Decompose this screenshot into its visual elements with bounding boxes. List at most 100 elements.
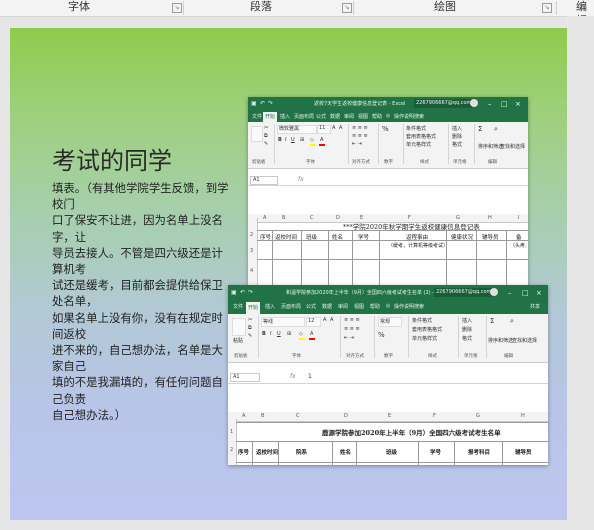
ribbon-separator: [378, 124, 379, 164]
minimize-icon: –: [508, 289, 512, 297]
row-headers: 1 2: [228, 419, 237, 465]
search-icon: ⌕: [510, 317, 514, 325]
header-cell: 姓名: [332, 235, 344, 241]
header-cell: 姓名: [340, 450, 352, 456]
header-cell: 学号: [358, 235, 370, 241]
share-button: 共享: [530, 304, 541, 310]
body-line: 如果名单上没有你，没有在规定时间返校: [52, 310, 223, 341]
excel-screenshot-health-form[interactable]: ▣ ↶ ↷ 返校7天学生返校健康信息登记表 - Excel 2267906667…: [248, 97, 528, 287]
group-styles: 样式: [428, 354, 437, 359]
ribbon-separator: [474, 124, 475, 164]
tab-file: 文件: [252, 114, 263, 120]
tab-view: 视图: [354, 304, 365, 310]
formula-bar: A1 fx: [248, 175, 528, 186]
tab-file: 文件: [233, 304, 244, 310]
body-line: 试还是缓考，目前都会提供给保卫处名单，: [52, 278, 223, 309]
format-cells: 格式: [452, 142, 463, 148]
group-number: 数字: [384, 354, 393, 359]
tab-insert: 插入: [280, 114, 291, 120]
column-headers: A B C D E F G H: [228, 412, 548, 422]
ribbon-separator: [258, 316, 259, 358]
header-cell: 辅导员: [515, 450, 532, 456]
shrink-font-icon: A: [330, 317, 334, 323]
col-b: B: [282, 215, 286, 221]
grid-line: [278, 441, 279, 465]
number-format: 常规: [380, 319, 391, 325]
header-cell: 辅导员: [482, 235, 499, 241]
format-cells: 格式: [462, 336, 473, 342]
grid-line: [236, 422, 548, 423]
body-line: 导员去接人。不管是四六级还是计算机考: [52, 245, 223, 277]
formula-expanded-area: [228, 384, 548, 412]
header-cell: 返校时间: [275, 235, 298, 241]
fill-color-icon: ◇: [310, 137, 314, 143]
grow-font-icon: A: [323, 317, 327, 323]
align-center-icon: ≡ ≡ ≡: [352, 133, 368, 139]
slide-title[interactable]: 考试的同学: [52, 141, 172, 176]
tab-insert: 插入: [265, 304, 276, 310]
redo-icon: ↷: [268, 100, 274, 107]
grid-line: [252, 441, 253, 465]
format-painter-icon: ✎: [264, 141, 269, 147]
grid-line: [257, 259, 528, 260]
header-cell: 返程事由: [406, 235, 429, 241]
fill-color-swatch: [310, 144, 316, 146]
undo-icon: ↶: [260, 100, 266, 107]
excel-title-bar: ▣ ↶ ↷ 返校7天学生返校健康信息登记表 - Excel 2267906667…: [248, 97, 528, 111]
group-clipboard: 剪贴板: [252, 160, 266, 165]
fill-color-icon: ◇: [299, 331, 303, 337]
header-cell: 序号: [238, 450, 250, 456]
cell-styles: 单元格样式: [412, 336, 438, 342]
excel-screenshot-cet-list[interactable]: ▣ ↶ ↷ 和温学院参加2020年上半年（9月）全国四六级考试考生名单 (2) …: [228, 285, 548, 465]
font-color-swatch: [309, 338, 315, 340]
header-cell: 健康状况: [451, 235, 474, 241]
ribbon-separator: [374, 316, 375, 358]
ribbon-group-drawing-label: 绘图: [434, 0, 456, 13]
paste-icon: [251, 126, 263, 142]
undo-icon: ↶: [240, 289, 246, 296]
row-num: 1: [230, 429, 234, 435]
grid-line: [476, 230, 477, 287]
border-icon: ⊞: [287, 331, 292, 337]
ribbon-separator: [556, 1, 557, 15]
delete-cells: 删除: [452, 134, 463, 140]
copy-icon: ⧉: [264, 133, 268, 139]
maximize-icon: □: [501, 100, 508, 108]
excel-title-bar: ▣ ↶ ↷ 和温学院参加2020年上半年（9月）全国四六级考试考生名单 (2) …: [228, 285, 548, 301]
sort-filter: 排序和筛选: [488, 338, 514, 344]
header-cell: 院系: [296, 450, 308, 456]
ribbon-separator: [448, 124, 449, 164]
col-h: H: [488, 215, 492, 221]
ribbon-group-editing-label: 编辑: [576, 0, 587, 27]
fx-icon: fx: [290, 373, 296, 380]
grid-line: [418, 441, 419, 465]
name-box: A1: [250, 176, 278, 185]
header-cell: 学号: [430, 450, 442, 456]
ribbon-separator: [403, 124, 404, 164]
font-dialog-launcher-icon[interactable]: ↘: [172, 3, 182, 13]
row-headers: 2 3 4: [248, 218, 258, 287]
bold-icon: B: [262, 331, 266, 337]
ppt-ribbon-group-labels: 字体 ↘ 段落 ↘ 绘图 ↘ 编辑: [0, 0, 594, 27]
window-title: 返校7天学生返校健康信息登记表 - Excel: [314, 101, 406, 107]
drawing-dialog-launcher-icon[interactable]: ↘: [542, 3, 552, 13]
tab-review: 审阅: [344, 114, 355, 120]
group-cells: 单元格: [453, 160, 467, 165]
border-icon: ⊞: [300, 137, 305, 143]
conditional-format: 条件格式: [406, 126, 427, 132]
paragraph-dialog-launcher-icon[interactable]: ↘: [342, 3, 352, 13]
grid-line: [301, 230, 302, 287]
slide-body-text[interactable]: 填表。（有其他学院学生反馈，到学校门 口了保安不让进，因为名单上没名字，让 导员…: [52, 180, 230, 423]
header-cell: 报考科目: [468, 450, 491, 456]
group-alignment: 对齐方式: [346, 354, 364, 359]
lightbulb-icon: ◎: [386, 303, 391, 309]
grid-line: [272, 230, 273, 287]
font-size: 11: [319, 125, 326, 131]
grid-line: [332, 441, 333, 465]
tab-home: 开始: [246, 302, 261, 314]
font-color-icon: A: [310, 331, 314, 337]
tab-help: 帮助: [372, 114, 383, 120]
col-e: E: [388, 413, 392, 419]
grid-line: [502, 441, 503, 465]
header-cell: 班级: [386, 450, 398, 456]
